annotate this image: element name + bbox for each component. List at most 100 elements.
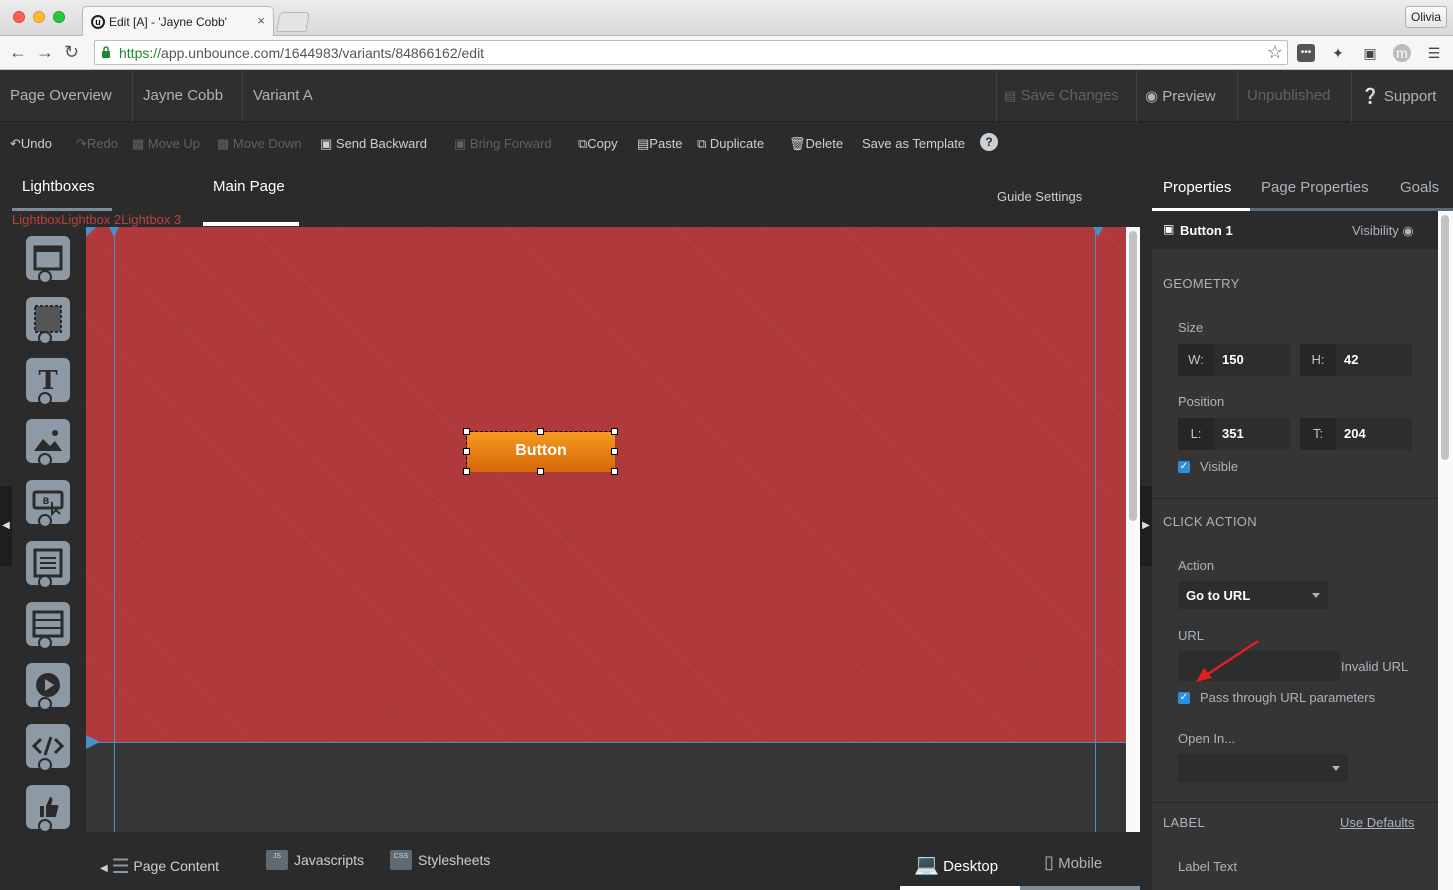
extension-cursor-icon[interactable]: ✦ [1329,44,1347,62]
resize-handle[interactable] [537,428,544,435]
action-select-value: Go to URL [1186,588,1251,603]
page-content-button[interactable]: ◀ ☰ Page Content [100,852,219,878]
bottom-bar: ◀ ☰ Page Content JS Javascripts CSS Styl… [86,832,1140,890]
widget-badge-icon [38,331,52,345]
properties-scrollbar-thumb[interactable] [1441,215,1449,460]
zoom-window-button[interactable] [53,11,65,23]
resize-handle[interactable] [463,448,470,455]
close-window-button[interactable] [13,11,25,23]
mobile-view-button[interactable]: ▯ Mobile [1044,852,1102,873]
top-field[interactable]: T: 204 [1300,418,1412,450]
stylesheet-icon: CSS [390,850,412,870]
use-defaults-link[interactable]: Use Defaults [1340,815,1414,830]
forward-arrow-icon[interactable]: → [36,42,54,63]
extension-dots-icon[interactable]: ••• [1297,44,1315,62]
visible-checkbox[interactable]: ✓ [1178,461,1190,473]
lightbox-list[interactable]: LightboxLightbox 2Lightbox 3 [12,212,181,227]
canvas-scrollbar[interactable] [1126,227,1140,832]
reload-icon[interactable]: ↻ [64,42,79,63]
action-select[interactable]: Go to URL [1178,581,1328,609]
button-element-icon: ▣ [1163,222,1175,236]
move-down-button[interactable]: ▩ Move Down [217,136,302,152]
page-name-link[interactable]: Jayne Cobb [143,87,223,104]
canvas-scrollbar-thumb[interactable] [1129,231,1137,521]
back-arrow-icon[interactable]: ← [9,42,27,63]
browser-tab[interactable]: u Edit [A] - 'Jayne Cobb' × [82,6,274,37]
preview-button[interactable]: ◉ Preview [1145,87,1216,105]
divider [996,70,997,122]
tab-page-properties[interactable]: Page Properties [1261,179,1369,196]
top-prefix: T: [1300,418,1336,450]
tab-close-icon[interactable]: × [257,13,265,28]
move-up-icon: ▩ [132,136,148,151]
left-field[interactable]: L: 351 [1178,418,1290,450]
widget-badge-icon [38,697,52,711]
height-field[interactable]: H: 42 [1300,344,1412,376]
undo-button[interactable]: ↶Undo [10,136,52,152]
selected-button-element[interactable]: Button [463,428,618,475]
minimize-window-button[interactable] [33,11,45,23]
save-as-template-button[interactable]: Save as Template [862,136,965,151]
copy-button[interactable]: ⧉Copy [578,136,618,152]
action-label: Action [1178,558,1215,573]
duplicate-icon: ⧉ [697,136,710,151]
divider [1152,802,1438,803]
open-in-select[interactable] [1178,754,1348,782]
extension-screen-icon[interactable]: ▣ [1361,44,1379,62]
guide-settings-button[interactable]: Guide Settings [997,189,1082,204]
resize-handle[interactable] [611,428,618,435]
page-canvas[interactable]: Button [86,227,1126,832]
label-section-title: LABEL [1163,815,1205,830]
collapse-left-panel-button[interactable]: ◀ [0,486,12,566]
support-button[interactable]: ❔ Support [1361,87,1436,105]
top-value: 204 [1344,426,1366,441]
page-overview-link[interactable]: Page Overview [10,87,112,104]
bring-forward-button[interactable]: ▣ Bring Forward [454,136,552,152]
geometry-section-title: GEOMETRY [1163,276,1240,291]
send-backward-button[interactable]: ▣ Send Backward [320,136,427,152]
left-value: 351 [1222,426,1244,441]
save-changes-button[interactable]: ▤ Save Changes [1004,87,1119,104]
duplicate-button[interactable]: ⧉ Duplicate [697,136,764,152]
canvas-button[interactable]: Button [467,432,615,472]
resize-handle[interactable] [611,448,618,455]
extension-m-icon[interactable]: m [1393,44,1411,62]
bookmark-star-icon[interactable]: ☆ [1267,42,1283,63]
tab-main-page[interactable]: Main Page [213,178,285,195]
resize-handle[interactable] [463,428,470,435]
browser-tab-title: Edit [A] - 'Jayne Cobb' [109,15,227,29]
properties-scrollbar[interactable] [1438,211,1453,890]
template-help-icon[interactable]: ? [980,133,998,151]
send-backward-icon: ▣ [320,136,336,151]
desktop-view-button[interactable]: 💻 Desktop [914,852,998,877]
resize-handle[interactable] [537,468,544,475]
caret-left-icon: ◀ [100,863,108,874]
address-bar[interactable]: https://app.unbounce.com/1644983/variant… [94,40,1288,65]
move-down-icon: ▩ [217,136,233,151]
tab-goals[interactable]: Goals [1400,179,1439,196]
resize-handle[interactable] [611,468,618,475]
visibility-toggle[interactable]: Visibility ◉ [1352,223,1414,239]
publish-status-button[interactable]: Unpublished [1247,87,1330,104]
resize-handle[interactable] [463,468,470,475]
label-text-label: Label Text [1178,859,1238,874]
widget-badge-icon [38,270,52,284]
move-up-button[interactable]: ▩ Move Up [132,136,200,152]
pass-through-checkbox[interactable]: ✓ [1178,692,1190,704]
variant-link[interactable]: Variant A [253,87,313,104]
delete-button[interactable]: 🗑Delete [789,136,843,152]
width-field[interactable]: W: 150 [1178,344,1290,376]
profile-button[interactable]: Olivia [1405,6,1447,28]
stylesheets-button[interactable]: Stylesheets [418,852,490,868]
tab-lightboxes[interactable]: Lightboxes [22,178,95,195]
paste-button[interactable]: ▤Paste [637,136,683,152]
section-bottom-guide[interactable] [86,742,1126,743]
page-section-background[interactable] [86,227,1126,742]
javascripts-button[interactable]: Javascripts [294,852,364,868]
height-prefix: H: [1300,344,1336,376]
tab-properties[interactable]: Properties [1163,179,1231,196]
redo-button[interactable]: ↷Redo [76,136,118,152]
collapse-right-panel-button[interactable]: ▶ [1140,486,1152,566]
new-tab-button[interactable] [276,12,310,32]
browser-menu-icon[interactable]: ☰ [1425,44,1443,62]
